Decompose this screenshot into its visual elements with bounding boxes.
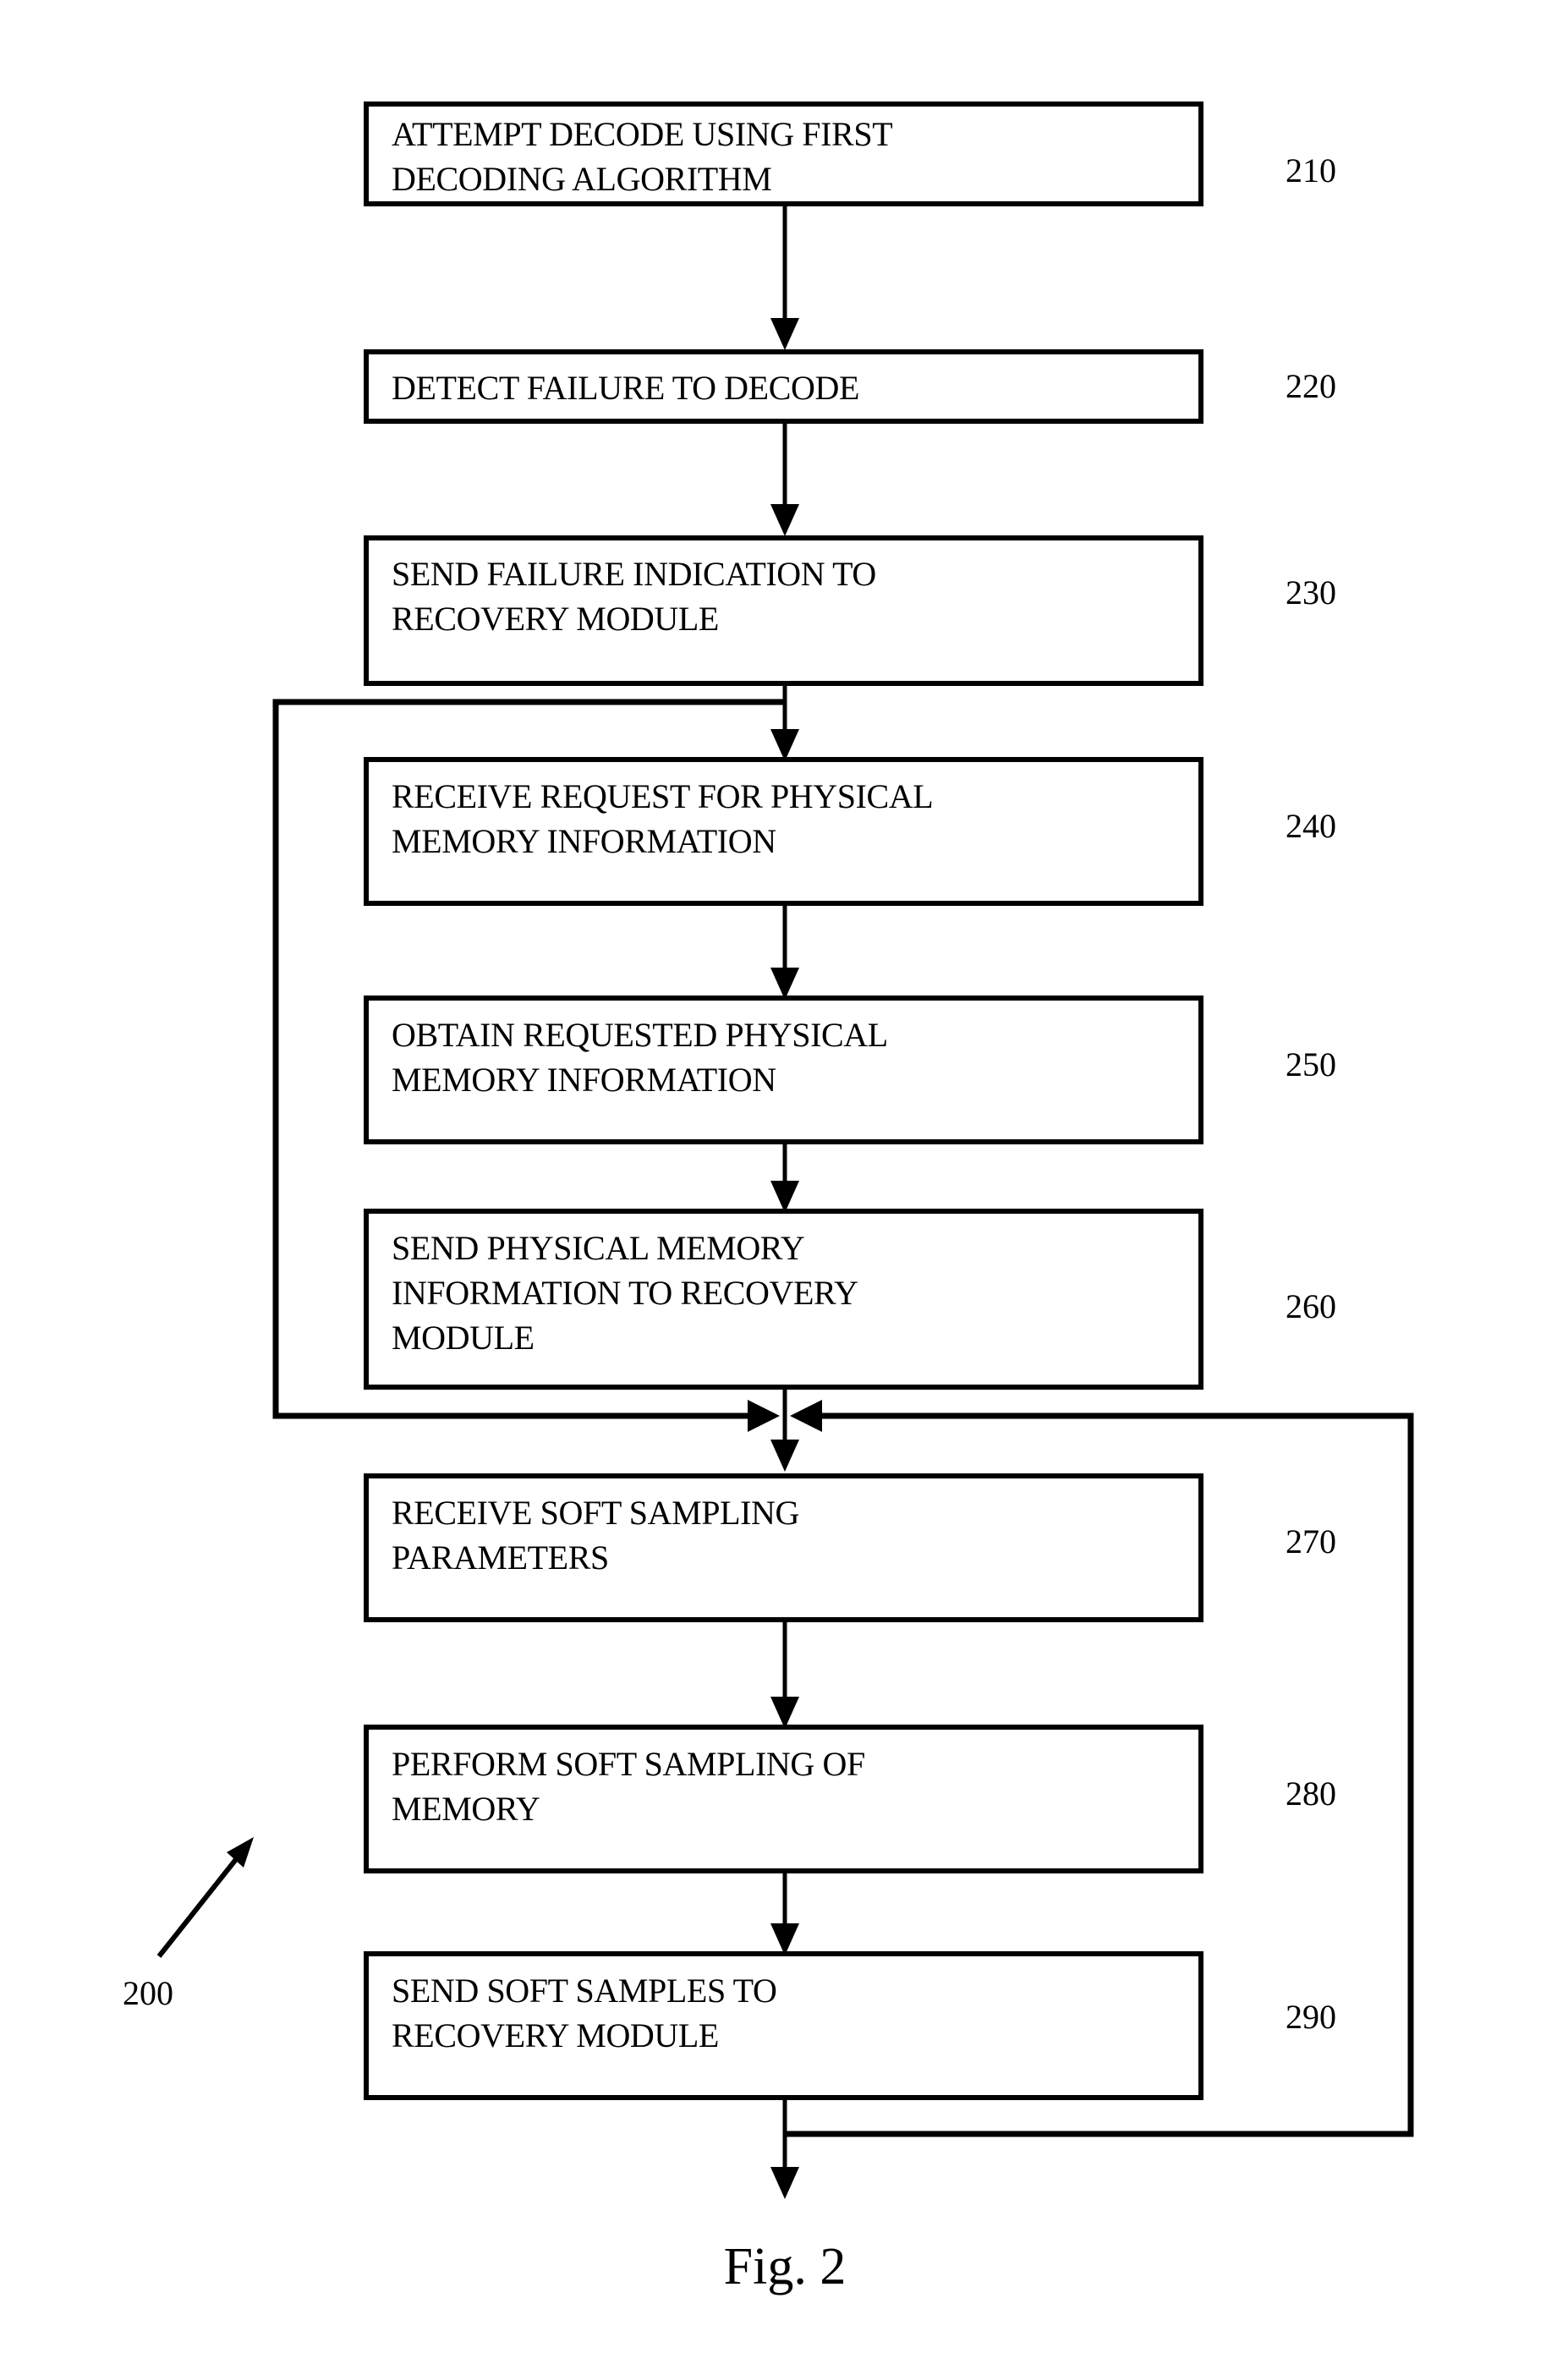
diagram-reference-numeral: 200 <box>123 1974 173 2012</box>
step-label-240-line-1: RECEIVE REQUEST FOR PHYSICAL <box>392 777 933 815</box>
ref-numeral-280: 280 <box>1286 1774 1336 1813</box>
arrow-head-icon <box>770 1181 799 1213</box>
ref-numeral-260: 260 <box>1286 1287 1336 1325</box>
arrow-head-icon <box>770 968 799 1000</box>
arrow-head-icon <box>770 1440 799 1472</box>
step-label-270-line-1: RECEIVE SOFT SAMPLING <box>392 1494 799 1532</box>
ref-numeral-290: 290 <box>1286 1998 1336 2036</box>
step-label-240-line-2: MEMORY INFORMATION <box>392 822 776 860</box>
ref-numeral-210: 210 <box>1286 151 1336 189</box>
arrow-head-icon <box>790 1400 822 1432</box>
ref-numeral-220: 220 <box>1286 367 1336 405</box>
connector-260-to-270 <box>770 1387 799 1472</box>
diagram-reference-lead <box>156 1837 254 1958</box>
ref-numeral-250: 250 <box>1286 1045 1336 1083</box>
connector-210-to-220 <box>770 204 799 350</box>
step-label-220-line-1: DETECT FAILURE TO DECODE <box>392 369 859 407</box>
connector-250-to-260 <box>770 1142 799 1213</box>
arrow-head-icon <box>770 504 799 536</box>
step-label-270-line-2: PARAMETERS <box>392 1539 609 1577</box>
step-label-250-line-2: MEMORY INFORMATION <box>392 1061 776 1099</box>
connector-230-to-240 <box>770 683 799 761</box>
connector-280-to-290 <box>770 1871 799 1955</box>
flowchart-canvas: ATTEMPT DECODE USING FIRST DECODING ALGO… <box>123 101 1414 2295</box>
step-label-210-line-2: DECODING ALGORITHM <box>392 160 771 198</box>
arrow-head-icon <box>770 2167 799 2199</box>
flow-step-280[interactable]: PERFORM SOFT SAMPLING OF MEMORY <box>364 1725 1203 1873</box>
step-label-260-line-2: INFORMATION TO RECOVERY <box>392 1274 858 1312</box>
step-label-260-line-3: MODULE <box>392 1319 535 1357</box>
step-label-230-line-2: RECOVERY MODULE <box>392 600 719 638</box>
flow-step-260[interactable]: SEND PHYSICAL MEMORY INFORMATION TO RECO… <box>364 1209 1203 1390</box>
ref-numeral-230: 230 <box>1286 573 1336 612</box>
arrow-head-icon <box>770 318 799 350</box>
arrow-head-icon <box>770 729 799 761</box>
flow-step-230[interactable]: SEND FAILURE INDICATION TO RECOVERY MODU… <box>364 535 1203 686</box>
ref-numeral-240: 240 <box>1286 807 1336 845</box>
ref-numeral-270: 270 <box>1286 1522 1336 1560</box>
patent-figure: ATTEMPT DECODE USING FIRST DECODING ALGO… <box>0 0 1568 2375</box>
connector-270-to-280 <box>770 1620 799 1729</box>
step-label-230-line-1: SEND FAILURE INDICATION TO <box>392 555 876 593</box>
arrow-head-icon <box>770 1697 799 1729</box>
connector-290-exit <box>770 2098 799 2199</box>
step-label-260-line-1: SEND PHYSICAL MEMORY <box>392 1229 804 1267</box>
flow-step-210[interactable]: ATTEMPT DECODE USING FIRST DECODING ALGO… <box>364 101 1203 206</box>
step-label-290-line-1: SEND SOFT SAMPLES TO <box>392 1972 776 2010</box>
step-label-280-line-1: PERFORM SOFT SAMPLING OF <box>392 1745 865 1783</box>
flow-step-290[interactable]: SEND SOFT SAMPLES TO RECOVERY MODULE <box>364 1951 1203 2100</box>
connector-220-to-230 <box>770 421 799 536</box>
arrow-head-icon <box>770 1923 799 1955</box>
connector-240-to-250 <box>770 903 799 1000</box>
step-label-250-line-1: OBTAIN REQUESTED PHYSICAL <box>392 1016 888 1054</box>
flow-step-270[interactable]: RECEIVE SOFT SAMPLING PARAMETERS <box>364 1473 1203 1622</box>
flow-step-250[interactable]: OBTAIN REQUESTED PHYSICAL MEMORY INFORMA… <box>364 996 1203 1144</box>
flow-step-220[interactable]: DETECT FAILURE TO DECODE <box>364 349 1203 424</box>
arrow-head-icon <box>748 1400 780 1432</box>
step-label-290-line-2: RECOVERY MODULE <box>392 2016 719 2054</box>
step-label-210-line-1: ATTEMPT DECODE USING FIRST <box>392 115 892 153</box>
figure-caption: Fig. 2 <box>724 2238 847 2295</box>
step-label-280-line-2: MEMORY <box>392 1790 540 1828</box>
flow-step-240[interactable]: RECEIVE REQUEST FOR PHYSICAL MEMORY INFO… <box>364 757 1203 906</box>
